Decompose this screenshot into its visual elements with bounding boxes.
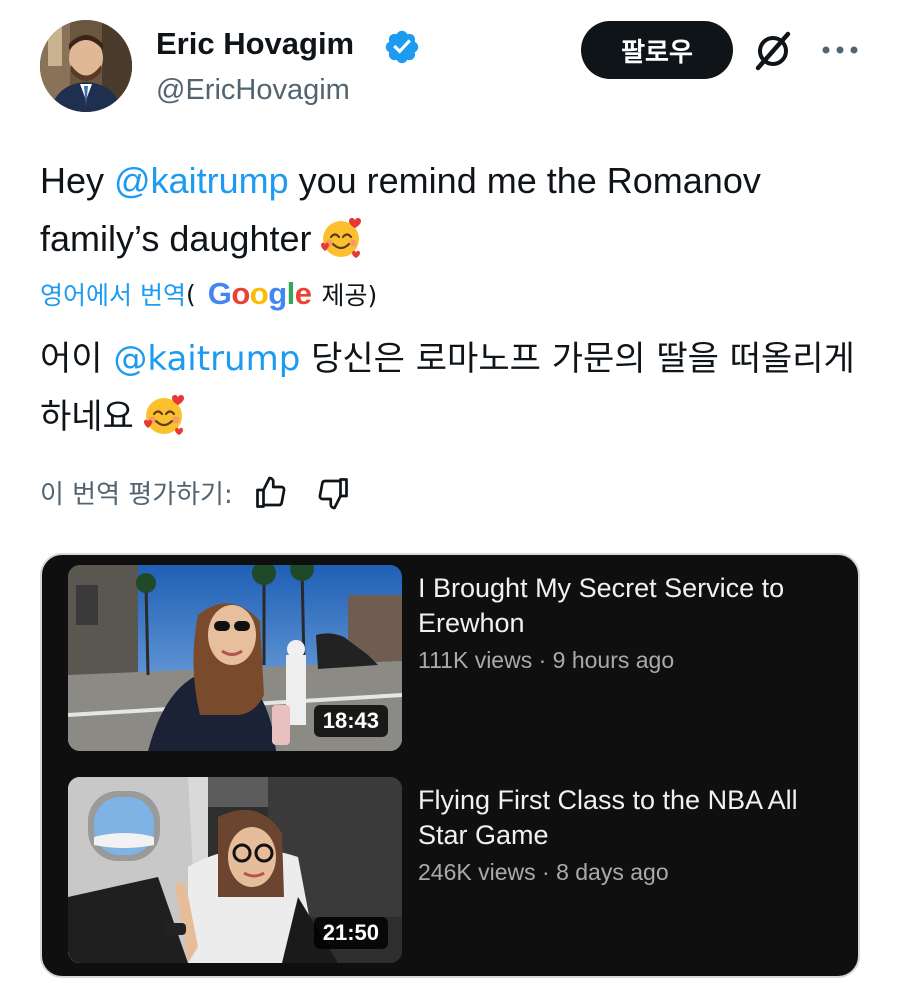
smiling-face-with-hearts-icon bbox=[143, 395, 184, 435]
video-item-2[interactable]: 21:50 Flying First Class to the NBA All … bbox=[68, 777, 858, 967]
video-thumbnail-1[interactable]: 18:43 bbox=[68, 565, 402, 751]
video-title-2[interactable]: Flying First Class to the NBA All Star G… bbox=[418, 783, 838, 853]
translated-text: 어이 @kaitrump 당신은 로마노프 가문의 딸을 떠올리게 하네요 bbox=[40, 330, 870, 446]
follow-button[interactable]: 팔로우 bbox=[581, 21, 733, 79]
video-item-1[interactable]: 18:43 I Brought My Secret Service to Ere… bbox=[68, 565, 858, 755]
tweet-text-before: Hey bbox=[40, 160, 115, 201]
google-logo: Google bbox=[207, 276, 312, 311]
paren-open: ( bbox=[185, 279, 196, 309]
grok-icon[interactable] bbox=[752, 30, 794, 72]
video-age-1: 9 hours ago bbox=[552, 647, 675, 673]
video-views-2: 246K views bbox=[418, 859, 536, 885]
video-title-1[interactable]: I Brought My Secret Service to Erewhon bbox=[418, 571, 838, 641]
translated-text-before: 어이 bbox=[40, 339, 114, 379]
author-avatar[interactable] bbox=[40, 20, 132, 112]
video-duration-1: 18:43 bbox=[313, 705, 388, 737]
verified-badge-icon bbox=[385, 30, 419, 64]
thumbs-down-icon[interactable] bbox=[315, 475, 351, 511]
translation-attribution: 영어에서 번역 ( Google 제공) bbox=[40, 276, 377, 312]
author-handle[interactable]: @EricHovagim bbox=[156, 74, 350, 107]
provided-label: 제공) bbox=[321, 281, 378, 310]
rate-translation: 이 번역 평가하기: bbox=[40, 474, 351, 511]
video-duration-2: 21:50 bbox=[313, 917, 388, 949]
translated-mention-link[interactable]: @kaitrump bbox=[113, 339, 300, 379]
author-display-name[interactable]: Eric Hovagim bbox=[156, 26, 354, 62]
smiling-face-with-hearts-icon bbox=[321, 218, 362, 258]
mention-link[interactable]: @kaitrump bbox=[114, 160, 289, 201]
tweet-text: Hey @kaitrump you remind me the Romanov … bbox=[40, 152, 870, 268]
youtube-embed-card[interactable]: 18:43 I Brought My Secret Service to Ere… bbox=[40, 553, 860, 978]
video-meta-2: 246K views · 8 days ago bbox=[418, 859, 669, 885]
translated-from-label[interactable]: 영어에서 번역 bbox=[40, 276, 186, 312]
thumbs-up-icon[interactable] bbox=[253, 475, 289, 511]
video-age-2: 8 days ago bbox=[556, 859, 669, 885]
tweet-header: Eric Hovagim @EricHovagim 팔로우 bbox=[0, 0, 900, 130]
video-thumbnail-2[interactable]: 21:50 bbox=[68, 777, 402, 963]
more-icon[interactable] bbox=[820, 38, 860, 62]
video-views-1: 111K views bbox=[418, 647, 533, 673]
rate-translation-label: 이 번역 평가하기: bbox=[40, 480, 233, 510]
video-meta-1: 111K views · 9 hours ago bbox=[418, 647, 675, 673]
